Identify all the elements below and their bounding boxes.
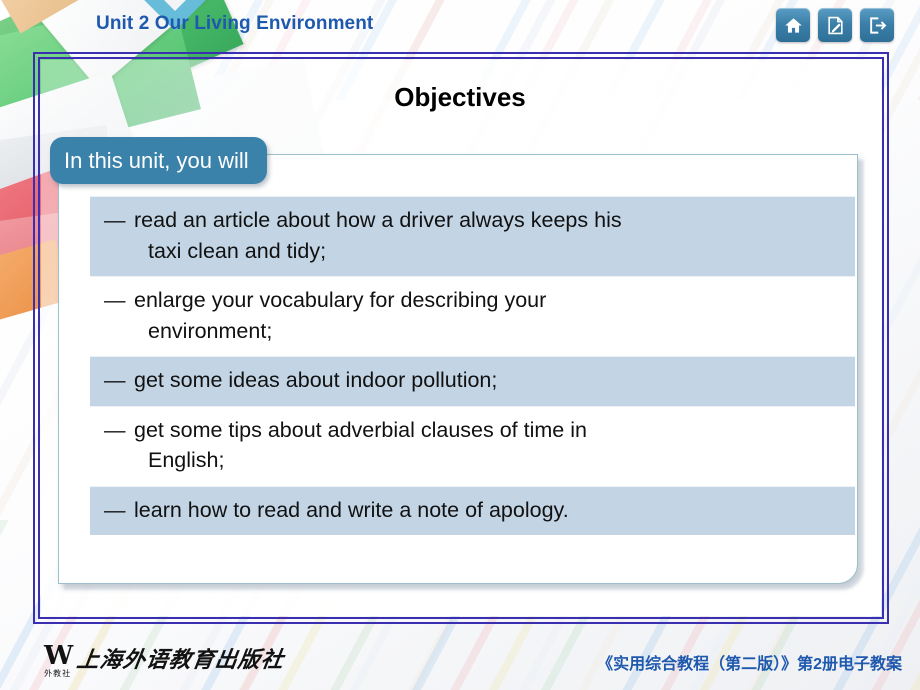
objectives-cell: — learn how to read and write a note of a… (90, 485, 855, 536)
objectives-marker: — (104, 288, 126, 313)
objectives-row: — enlarge your vocabulary for describing … (90, 276, 855, 357)
objectives-line: — read an article about how a driver alwa… (104, 205, 841, 236)
objectives-cell: — enlarge your vocabulary for describing … (90, 276, 855, 357)
document-edit-icon (826, 16, 845, 35)
objectives-row: — read an article about how a driver alwa… (90, 195, 855, 277)
publisher-logo: W 外教社 上海外语教育出版社 (44, 641, 287, 678)
unit-intro-tab: In this unit, you will (50, 137, 267, 184)
home-button[interactable] (776, 8, 810, 42)
unit-intro-tab-label: In this unit, you will (64, 147, 249, 173)
slide-canvas: Unit 2 Our Living Environment Objectives… (0, 0, 920, 690)
objectives-line-continued: environment; (148, 318, 273, 343)
objectives-line: — learn how to read and write a note of a… (104, 495, 841, 526)
objectives-heading: Objectives (394, 82, 526, 112)
objectives-cell: — read an article about how a driver alwa… (90, 195, 855, 277)
publisher-logo-mark: W 外教社 (44, 641, 73, 678)
objectives-marker: — (104, 497, 126, 522)
objectives-line: — get some tips about adverbial clauses o… (104, 415, 841, 446)
objectives-row: — get some tips about adverbial clauses o… (90, 405, 855, 487)
publisher-name: 上海外语教育出版社 (75, 647, 287, 673)
publisher-logo-letter: W (44, 641, 73, 671)
home-icon (784, 16, 803, 35)
exit-icon (868, 16, 887, 35)
objectives-line-continued: English; (148, 448, 225, 473)
objectives-line-continued: taxi clean and tidy; (148, 238, 327, 263)
exit-button[interactable] (860, 8, 894, 42)
objectives-marker: — (104, 208, 126, 232)
objectives-marker: — (104, 368, 126, 393)
objectives-row: — get some ideas about indoor pollution; (90, 356, 855, 407)
course-info: 《实用综合教程（第二版）》第2册电子教案 (597, 656, 902, 673)
objectives-table: — read an article about how a driver alwa… (90, 195, 855, 536)
notes-button[interactable] (818, 8, 852, 42)
page-title: Unit 2 Our Living Environment (96, 13, 374, 34)
publisher-logo-subtext: 外教社 (44, 669, 72, 678)
navigation-buttons (776, 8, 894, 42)
objectives-cell: — get some ideas about indoor pollution; (90, 356, 855, 407)
objectives-line: — get some ideas about indoor pollution; (104, 365, 841, 396)
objectives-line: — enlarge your vocabulary for describing … (104, 285, 841, 316)
objectives-row: — learn how to read and write a note of a… (90, 485, 855, 536)
objectives-cell: — get some tips about adverbial clauses o… (90, 405, 855, 487)
objectives-table-body: — read an article about how a driver alwa… (90, 195, 855, 536)
objectives-marker: — (104, 417, 126, 442)
